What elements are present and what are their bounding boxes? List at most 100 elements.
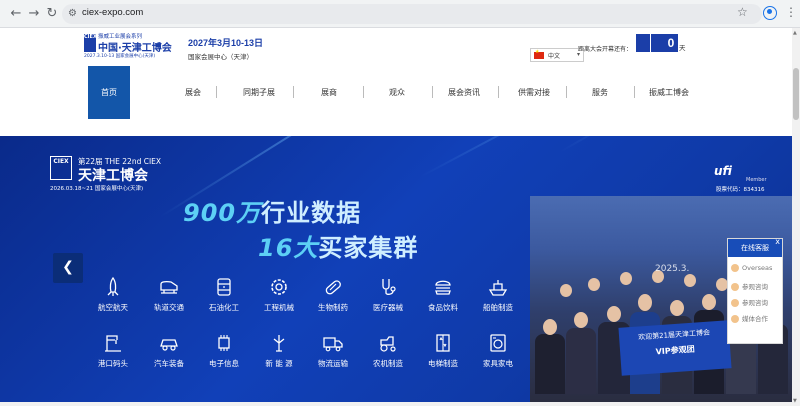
main-nav: 首页 展会 同期子展 展商 观众 展会资讯 供需对接 服务 振威工博会 <box>88 66 728 119</box>
industry-item[interactable]: 农机制造 <box>364 332 412 369</box>
menu-dots-icon[interactable]: ⋮ <box>785 5 797 19</box>
nav-zhenwei-expo[interactable]: 振威工博会 <box>640 66 698 119</box>
nav-news[interactable]: 展会资讯 <box>438 66 490 119</box>
nav-concurrent-shows[interactable]: 同期子展 <box>228 66 290 119</box>
light-ray <box>559 136 700 153</box>
industry-label: 汽车装备 <box>154 359 184 368</box>
logo-sub: 2027.3.10-13 国家会展中心(天津) <box>84 54 156 59</box>
ufi-badge: ufi Member 股票代码：834316 <box>714 160 767 193</box>
close-icon[interactable]: x <box>775 237 780 246</box>
carousel-prev-button[interactable]: ❮ <box>53 253 83 283</box>
bookmark-star-icon[interactable]: ☆ <box>737 5 748 19</box>
industry-label: 农机制造 <box>373 359 403 368</box>
service-item-overseas[interactable]: Overseas <box>731 264 783 276</box>
site-logo[interactable]: CIEX 振威工业展会系列 中国·天津工博会 2027.3.10-13 国家会展… <box>84 32 184 62</box>
nav-separator <box>363 86 364 98</box>
headline-text: 行业数据 <box>261 199 362 227</box>
nav-visitors[interactable]: 观众 <box>368 66 426 119</box>
oil-barrel-icon <box>217 278 231 296</box>
logo-box: CIEX <box>84 34 97 52</box>
nav-exhibition[interactable]: 展会 <box>164 66 222 119</box>
industry-label: 食品饮料 <box>428 303 458 312</box>
pill-icon <box>325 280 341 295</box>
banner-title: 天津工博会 <box>78 168 148 184</box>
agent-avatar-icon <box>731 283 739 291</box>
industry-item[interactable]: 航空航天 <box>89 276 137 313</box>
industry-item[interactable]: 工程机械 <box>255 276 303 313</box>
hero-banner: CIEX 第22届 THE 22nd CIEX 天津工博会 2026.03.18… <box>0 136 792 402</box>
sign-line-2: VIP参观团 <box>655 344 695 357</box>
site-info-icon[interactable]: ⚙ <box>68 8 77 19</box>
language-label: 中文 <box>548 53 561 60</box>
industry-item[interactable]: 生物制药 <box>309 276 357 313</box>
url-text: ciex-expo.com <box>82 7 144 18</box>
elevator-icon <box>436 334 450 352</box>
headline-buyers: 16大买家集群 <box>258 228 418 263</box>
industry-label: 电梯制造 <box>428 359 458 368</box>
countdown-digit <box>651 34 665 52</box>
language-select[interactable]: 中文 ▾ <box>530 48 584 62</box>
site-header: CIEX 振威工业展会系列 中国·天津工博会 2027.3.10-13 国家会展… <box>0 28 792 136</box>
service-item-visit-consult[interactable]: 参观咨询 <box>731 281 783 293</box>
industry-label: 工程机械 <box>264 303 294 312</box>
industry-item[interactable]: 汽车装备 <box>145 332 193 369</box>
service-item-label: 参观咨询 <box>742 299 768 307</box>
industry-label: 物流运输 <box>318 359 348 368</box>
industry-label: 航空航天 <box>98 303 128 312</box>
tractor-icon <box>380 336 396 352</box>
online-service-panel: 在线客服 x Overseas 参观咨询 参观咨询 媒体合作 <box>727 237 783 344</box>
industry-item[interactable]: 电子信息 <box>200 332 248 369</box>
train-icon <box>160 280 178 294</box>
energy-icon <box>273 335 285 352</box>
industry-item[interactable]: 石油化工 <box>200 276 248 313</box>
industry-item[interactable]: 船舶制造 <box>474 276 522 313</box>
nav-exhibitors[interactable]: 展商 <box>300 66 358 119</box>
scroll-down-icon[interactable]: ▼ <box>793 398 797 404</box>
industry-label: 轨道交通 <box>154 303 184 312</box>
nav-services[interactable]: 服务 <box>574 66 626 119</box>
countdown-unit: 天 <box>679 44 686 52</box>
port-icon <box>105 335 121 352</box>
scroll-thumb[interactable] <box>793 68 799 120</box>
countdown-label: 距离大会开幕还有： <box>578 46 633 53</box>
back-arrow-icon[interactable]: ← <box>8 6 24 22</box>
service-item-label: 媒体合作 <box>742 315 768 323</box>
service-title: 在线客服 <box>728 239 782 257</box>
industry-label: 新 能 源 <box>265 359 293 368</box>
service-item-label: Overseas <box>742 264 773 272</box>
washer-icon <box>490 334 506 352</box>
countdown-digit <box>636 34 650 52</box>
headline-number: 16大 <box>258 234 319 262</box>
industry-item[interactable]: 电梯制造 <box>419 332 467 369</box>
industry-item[interactable]: 物流运输 <box>309 332 357 369</box>
photo-banner-year: 2025.3. <box>655 264 690 274</box>
nav-separator <box>216 86 217 98</box>
nav-separator <box>566 86 567 98</box>
industry-item[interactable]: 医疗器械 <box>364 276 412 313</box>
industry-label: 石油化工 <box>209 303 239 312</box>
logo-main: 中国·天津工博会 <box>98 43 172 54</box>
nav-matchmaking[interactable]: 供需对接 <box>508 66 560 119</box>
industry-item[interactable]: 轨道交通 <box>145 276 193 313</box>
service-item-media[interactable]: 媒体合作 <box>731 313 783 325</box>
scroll-up-icon[interactable]: ▲ <box>793 30 797 36</box>
banner-logo-box: CIEX <box>50 156 72 180</box>
forward-arrow-icon[interactable]: → <box>26 6 42 22</box>
headline-number: 900万 <box>183 199 262 227</box>
nav-separator <box>293 86 294 98</box>
industry-label: 医疗器械 <box>373 303 403 312</box>
industry-item[interactable]: 新 能 源 <box>255 332 303 369</box>
agent-avatar-icon <box>731 299 739 307</box>
service-item-visit-consult[interactable]: 参观咨询 <box>731 297 783 309</box>
profile-icon[interactable] <box>763 6 777 20</box>
horizontal-scrollbar[interactable] <box>0 402 792 406</box>
industry-item[interactable]: 食品饮料 <box>419 276 467 313</box>
reload-icon[interactable]: ↻ <box>44 6 60 22</box>
industry-item[interactable]: 港口码头 <box>89 332 137 369</box>
industry-item[interactable]: 家具家电 <box>474 332 522 369</box>
rocket-icon <box>107 276 119 296</box>
vertical-scrollbar[interactable]: ▲ ▼ <box>792 28 800 406</box>
nav-home[interactable]: 首页 <box>88 66 130 119</box>
vip-welcome-sign: 欢迎第21届天津工博会 VIP参观团 <box>618 320 732 376</box>
address-bar[interactable]: ⚙ ciex-expo.com <box>62 4 762 24</box>
